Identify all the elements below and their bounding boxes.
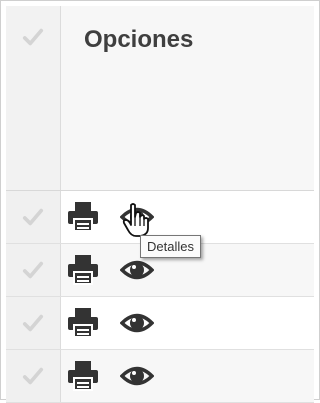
row-checkbox[interactable] (6, 191, 61, 243)
check-icon (22, 314, 44, 332)
hand-cursor-icon (122, 203, 149, 237)
table-row (6, 350, 314, 403)
row-checkbox[interactable] (6, 244, 61, 296)
check-icon (22, 367, 44, 385)
details-tooltip: Detalles (140, 235, 201, 258)
header-title: Opciones (84, 26, 194, 53)
printer-icon[interactable] (66, 200, 100, 232)
check-icon (22, 208, 44, 226)
printer-icon[interactable] (66, 359, 100, 391)
printer-icon[interactable] (66, 253, 100, 285)
check-icon (22, 28, 44, 46)
check-icon (22, 261, 44, 279)
row-checkbox[interactable] (6, 297, 61, 349)
table-row (6, 297, 314, 350)
eye-icon[interactable] (120, 361, 154, 391)
eye-icon[interactable] (120, 308, 154, 338)
printer-icon[interactable] (66, 306, 100, 338)
eye-icon[interactable] (120, 255, 154, 285)
select-all-checkbox[interactable] (6, 6, 61, 190)
row-checkbox[interactable] (6, 350, 61, 402)
